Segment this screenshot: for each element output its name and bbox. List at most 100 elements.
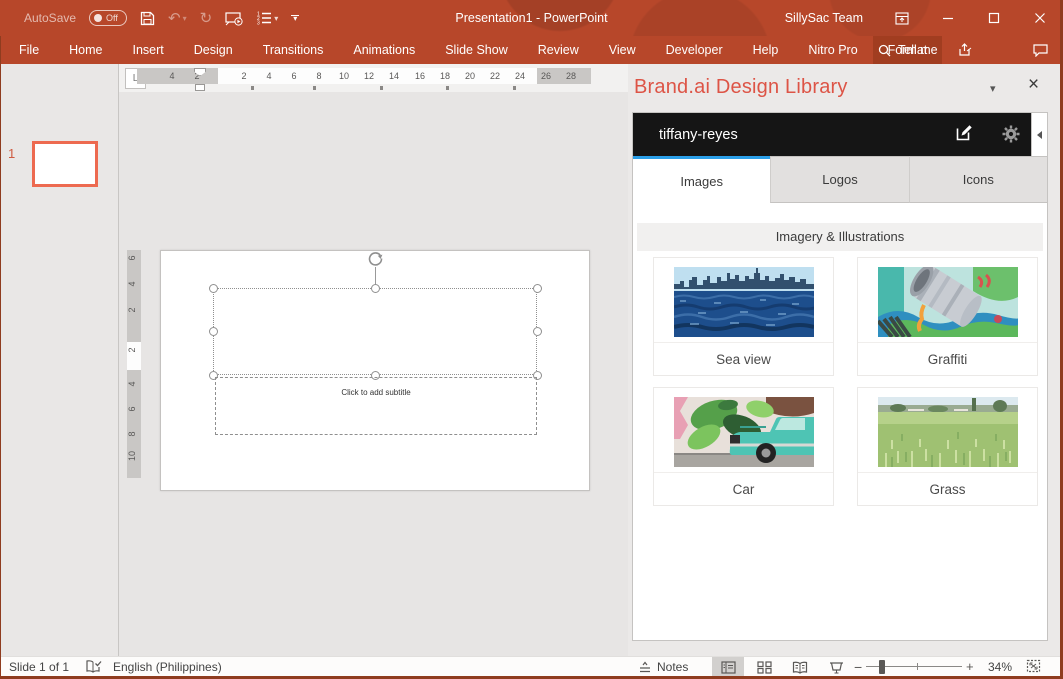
ruler-selection-region	[127, 342, 141, 370]
language-status[interactable]: English (Philippines)	[113, 657, 222, 677]
subtitle-placeholder[interactable]: Click to add subtitle	[215, 377, 537, 435]
sea-view-image	[674, 267, 814, 337]
notes-button[interactable]: Notes	[657, 657, 688, 677]
user-name: tiffany-reyes	[659, 127, 738, 143]
slide-thumbnail-pane[interactable]: 1	[0, 64, 119, 656]
tab-developer[interactable]: Developer	[651, 36, 738, 64]
card-graffiti[interactable]: Graffiti	[857, 257, 1038, 376]
ruler-number: 18	[440, 68, 450, 84]
tab-images[interactable]: Images	[633, 156, 770, 203]
search-icon	[878, 44, 891, 57]
tab-logos[interactable]: Logos	[770, 156, 909, 203]
ruler-number: 12	[364, 68, 374, 84]
notes-icon[interactable]	[638, 660, 652, 677]
ruler-number: 4	[169, 68, 174, 84]
comment-icon[interactable]	[1033, 36, 1048, 64]
left-indent-marker[interactable]	[195, 84, 205, 91]
gear-icon[interactable]	[1001, 124, 1021, 149]
resize-handle-e[interactable]	[533, 327, 542, 336]
editing-area: L 4 2 2 4 6 8 10 12 14 16 18 20 22 24 26…	[119, 64, 628, 656]
ruler-tick	[251, 86, 254, 90]
undo-icon[interactable]: ↶▾	[168, 9, 187, 27]
resize-handle-n[interactable]	[371, 284, 380, 293]
ruler-row: L 4 2 2 4 6 8 10 12 14 16 18 20 22 24 26…	[119, 64, 628, 92]
zoom-slider-thumb[interactable]	[879, 660, 885, 674]
reading-view-button[interactable]	[784, 657, 816, 677]
user-bar: tiffany-reyes	[633, 113, 1031, 156]
redo-icon[interactable]: ↻	[200, 9, 213, 27]
collapse-pane-button[interactable]	[1031, 113, 1047, 156]
rotate-handle-icon[interactable]	[367, 250, 384, 267]
tell-me-box[interactable]: Tell me	[878, 36, 938, 64]
tab-view[interactable]: View	[594, 36, 651, 64]
ruler-tick	[313, 86, 316, 90]
fit-to-window-icon[interactable]	[1026, 659, 1041, 676]
ruler-number: 16	[415, 68, 425, 84]
ruler-number: 10	[339, 68, 349, 84]
normal-view-button[interactable]	[712, 657, 744, 677]
ruler-number: 2	[127, 307, 141, 312]
zoom-in-button[interactable]: +	[966, 657, 974, 677]
ruler-number: 14	[389, 68, 399, 84]
slide-thumbnail[interactable]	[32, 141, 98, 187]
close-pane-icon[interactable]: ×	[1028, 75, 1039, 95]
card-car[interactable]: Car	[653, 387, 834, 506]
graffiti-image	[878, 267, 1018, 337]
edit-icon[interactable]	[955, 124, 973, 147]
tab-help[interactable]: Help	[738, 36, 794, 64]
ruler-number: 6	[127, 406, 141, 411]
account-name[interactable]: SillySac Team	[785, 0, 863, 36]
ruler-number: 4	[266, 68, 271, 84]
ruler-number: 10	[127, 451, 141, 461]
chevron-down-icon[interactable]: ▾	[990, 82, 996, 95]
tab-file[interactable]: File	[4, 36, 54, 64]
resize-handle-nw[interactable]	[209, 284, 218, 293]
zoom-slider-midpoint	[917, 663, 918, 670]
autosave-state: Off	[106, 13, 118, 23]
autosave-label: AutoSave	[24, 11, 76, 25]
tab-slide-show[interactable]: Slide Show	[430, 36, 523, 64]
tab-design[interactable]: Design	[179, 36, 248, 64]
tab-nitro-pro[interactable]: Nitro Pro	[793, 36, 872, 64]
share-icon[interactable]	[958, 36, 973, 64]
library-tabs: Images Logos Icons	[633, 156, 1047, 203]
ruler-number: 4	[127, 281, 141, 286]
close-button[interactable]	[1023, 0, 1057, 36]
resize-handle-ne[interactable]	[533, 284, 542, 293]
tab-transitions[interactable]: Transitions	[248, 36, 339, 64]
numbered-list-icon[interactable]: 123 ▾	[256, 11, 278, 25]
customize-qat-icon[interactable]: ▾	[291, 15, 299, 21]
section-header: Imagery & Illustrations	[637, 223, 1043, 251]
card-sea-view[interactable]: Sea view	[653, 257, 834, 376]
tab-icons[interactable]: Icons	[910, 156, 1047, 203]
slide-counter[interactable]: Slide 1 of 1	[9, 657, 69, 677]
ruler-number: 8	[316, 68, 321, 84]
ruler-number: 6	[127, 255, 141, 260]
ruler-number: 24	[515, 68, 525, 84]
tab-insert[interactable]: Insert	[118, 36, 179, 64]
tab-review[interactable]: Review	[523, 36, 594, 64]
save-icon[interactable]	[140, 11, 155, 26]
car-image	[674, 397, 814, 467]
tab-animations[interactable]: Animations	[338, 36, 430, 64]
zoom-out-button[interactable]: −	[854, 657, 862, 677]
slide-sorter-view-button[interactable]	[748, 657, 780, 677]
ribbon-display-options-icon[interactable]	[885, 0, 919, 36]
vertical-ruler: 6 4 2 2 4 6 8 10	[127, 250, 141, 478]
maximize-button[interactable]	[977, 0, 1011, 36]
spell-check-icon[interactable]	[85, 659, 102, 677]
card-grass[interactable]: Grass	[857, 387, 1038, 506]
zoom-level[interactable]: 34%	[988, 657, 1012, 677]
autosave-toggle[interactable]: Off	[89, 10, 127, 26]
ruler-number: 8	[127, 431, 141, 436]
minimize-button[interactable]	[931, 0, 965, 36]
workspace: 1 L 4 2 2 4 6 8 10 12 14 16 18 20 22 24	[0, 64, 1063, 656]
ruler-number: 28	[566, 68, 576, 84]
tab-home[interactable]: Home	[54, 36, 117, 64]
slide-show-button[interactable]	[820, 657, 852, 677]
title-placeholder-selected[interactable]	[213, 288, 537, 375]
slide-number: 1	[8, 146, 15, 161]
start-slideshow-icon[interactable]	[225, 11, 243, 26]
resize-handle-w[interactable]	[209, 327, 218, 336]
svg-text:3: 3	[257, 21, 260, 26]
